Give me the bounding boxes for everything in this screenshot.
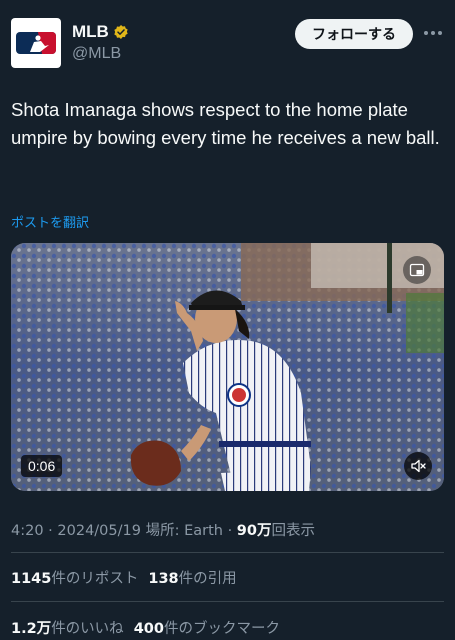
verified-badge-icon — [114, 25, 128, 39]
meta-separator: · — [222, 523, 237, 539]
meta-separator: · — [43, 523, 58, 539]
bookmark-stat[interactable]: 400件のブックマーク — [134, 617, 280, 638]
tweet-header: MLB @MLB フォローする — [0, 0, 455, 90]
picture-in-picture-icon[interactable] — [403, 256, 431, 284]
tweet-text: Shota Imanaga shows respect to the home … — [11, 99, 440, 148]
tweet-time[interactable]: 4:20 — [11, 523, 44, 539]
follow-button[interactable]: フォローする — [295, 19, 413, 49]
location-value: Earth — [184, 523, 223, 539]
tweet-meta: 4:20 · 2024/05/19 場所: Earth · 90万回表示 — [11, 519, 315, 540]
view-count: 90万 — [236, 523, 272, 539]
repost-stat[interactable]: 1145件のリポスト — [11, 567, 138, 588]
tweet-date[interactable]: 2024/05/19 — [57, 523, 141, 539]
account-name[interactable]: MLB — [72, 22, 109, 42]
view-count-label: 回表示 — [271, 523, 315, 539]
like-stats-row: 1.2万件のいいね 400件のブックマーク — [11, 617, 280, 638]
divider — [11, 601, 444, 602]
translate-post-link[interactable]: ポストを翻訳 — [11, 212, 89, 231]
video-thumbnail — [11, 243, 444, 491]
account-handle[interactable]: @MLB — [72, 45, 121, 63]
video-player[interactable]: 0:06 — [11, 243, 444, 491]
avatar[interactable] — [11, 18, 61, 68]
video-duration: 0:06 — [21, 455, 63, 477]
like-stat[interactable]: 1.2万件のいいね — [11, 617, 124, 638]
repost-stats-row: 1145件のリポスト 138件の引用 — [11, 567, 237, 588]
location-label: 場所: — [140, 523, 185, 539]
account-name-row: MLB — [72, 22, 129, 42]
more-options-icon[interactable] — [422, 24, 444, 42]
quote-stat[interactable]: 138件の引用 — [148, 567, 236, 588]
mlb-logo-icon — [16, 32, 56, 54]
muted-speaker-icon[interactable] — [404, 452, 432, 480]
divider — [11, 552, 444, 553]
